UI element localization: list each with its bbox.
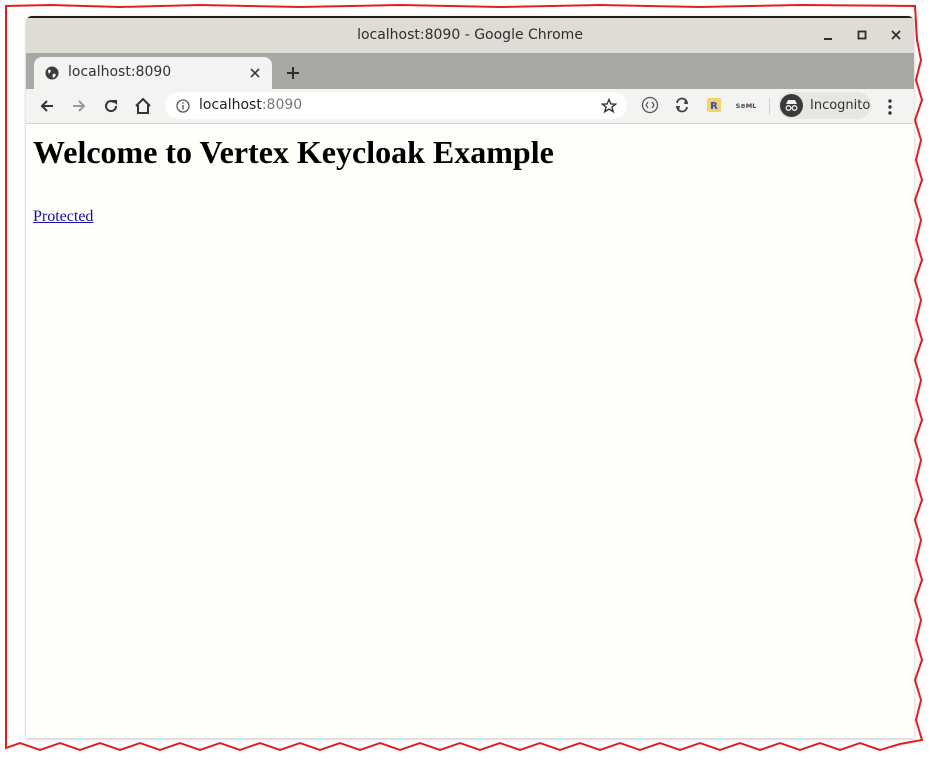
extension-code-icon[interactable]: [640, 96, 660, 116]
reload-icon: [105, 100, 118, 113]
url-host: localhost: [199, 97, 262, 113]
address-bar[interactable]: localhost:8090: [165, 92, 627, 119]
extension-sync-icon[interactable]: [672, 96, 692, 116]
url-port: :8090: [261, 97, 303, 113]
title-bar[interactable]: localhost:8090 - Google Chrome: [26, 16, 914, 53]
maximize-button[interactable]: [850, 24, 874, 46]
arrow-left-icon: [40, 100, 53, 112]
extension-r-label: R: [710, 101, 718, 112]
tab-title: localhost:8090: [68, 64, 172, 80]
reload-button[interactable]: [100, 95, 122, 117]
code-brackets-icon: [641, 96, 659, 114]
toolbar-divider: [769, 98, 770, 115]
window-title: localhost:8090 - Google Chrome: [357, 27, 583, 43]
extension-saml-icon[interactable]: S⊕ML: [736, 96, 757, 116]
bookmark-star-icon[interactable]: [601, 98, 617, 114]
tab-close-icon[interactable]: [248, 66, 262, 80]
url-text: localhost:8090: [199, 97, 302, 113]
close-icon: [891, 30, 901, 40]
minimize-icon: [824, 38, 832, 40]
arrow-right-icon: [73, 100, 86, 112]
close-window-button[interactable]: [884, 24, 908, 46]
new-tab-plus-icon[interactable]: [283, 63, 303, 83]
page-heading: Welcome to Vertex Keycloak Example: [33, 134, 554, 170]
extension-saml-label: S⊕ML: [736, 102, 756, 110]
back-button[interactable]: [36, 95, 58, 117]
extension-r-icon[interactable]: R: [704, 96, 724, 116]
home-button[interactable]: [132, 95, 154, 117]
incognito-indicator[interactable]: Incognito: [778, 92, 871, 119]
browser-window: localhost:8090 - Google Chrome localhost…: [26, 16, 914, 738]
tab-localhost[interactable]: localhost:8090: [34, 57, 272, 89]
page-content: Welcome to Vertex Keycloak Example Prote…: [26, 124, 914, 738]
incognito-icon: [780, 94, 803, 117]
maximize-icon: [857, 30, 867, 40]
r-extension-icon: R: [707, 98, 721, 112]
info-icon[interactable]: [176, 99, 190, 113]
forward-button[interactable]: [68, 95, 90, 117]
incognito-label: Incognito: [810, 98, 871, 113]
protected-link[interactable]: Protected: [33, 208, 93, 226]
saml-extension-icon: S⊕ML: [736, 102, 757, 110]
globe-icon: [45, 66, 59, 80]
home-icon: [135, 97, 151, 114]
tab-strip: localhost:8090: [26, 53, 914, 89]
sync-icon: [676, 97, 688, 113]
minimize-button[interactable]: [816, 24, 840, 46]
browser-toolbar: localhost:8090 R S⊕ML Incognito: [26, 89, 914, 124]
kebab-menu-icon[interactable]: [882, 97, 898, 117]
